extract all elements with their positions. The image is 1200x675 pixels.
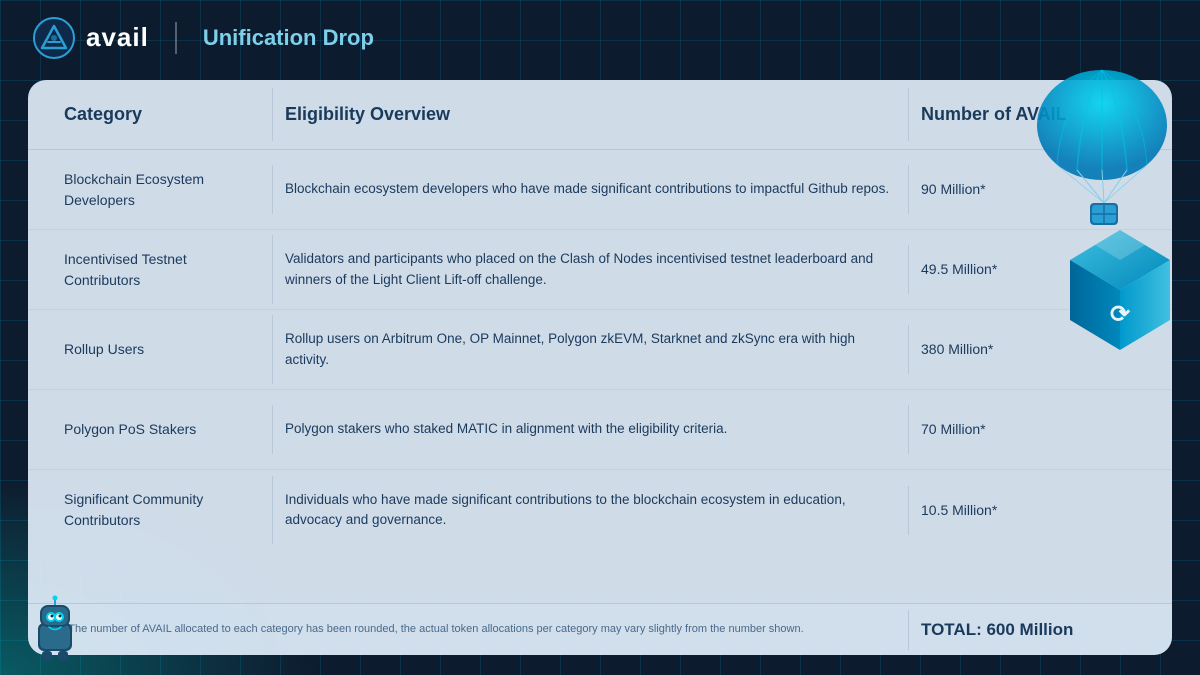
col-header-eligibility: Eligibility Overview (272, 88, 908, 141)
table-row: Rollup Users Rollup users on Arbitrum On… (28, 310, 1172, 390)
table-header: Category Eligibility Overview Number of … (28, 80, 1172, 150)
eligibility-2: Validators and participants who placed o… (272, 235, 908, 304)
amount-3: 380 Million* (908, 325, 1148, 374)
table-wrapper: Category Eligibility Overview Number of … (28, 80, 1172, 655)
category-1: Blockchain Ecosystem Developers (52, 155, 272, 225)
amount-2: 49.5 Million* (908, 245, 1148, 294)
header: avail Unification Drop (0, 0, 1200, 75)
table-row: Polygon PoS Stakers Polygon stakers who … (28, 390, 1172, 470)
logo-text: avail (86, 22, 149, 53)
table-row: Blockchain Ecosystem Developers Blockcha… (28, 150, 1172, 230)
category-4: Polygon PoS Stakers (52, 405, 272, 454)
eligibility-4: Polygon stakers who staked MATIC in alig… (272, 405, 908, 453)
category-2: Incentivised Testnet Contributors (52, 235, 272, 305)
avail-logo-icon (32, 16, 76, 60)
footer-note: *The number of AVAIL allocated to each c… (52, 612, 908, 647)
eligibility-3: Rollup users on Arbitrum One, OP Mainnet… (272, 315, 908, 384)
eligibility-5: Individuals who have made significant co… (272, 476, 908, 545)
category-5: Significant Community Contributors (52, 475, 272, 545)
table-row: Significant Community Contributors Indiv… (28, 470, 1172, 550)
amount-1: 90 Million* (908, 165, 1148, 214)
header-divider (175, 22, 177, 54)
amount-5: 10.5 Million* (908, 486, 1148, 535)
eligibility-1: Blockchain ecosystem developers who have… (272, 165, 908, 213)
logo: avail (32, 16, 149, 60)
category-3: Rollup Users (52, 325, 272, 374)
footer-total: TOTAL: 600 Million (908, 610, 1148, 650)
col-header-amount: Number of AVAIL (908, 88, 1148, 141)
table-row: Incentivised Testnet Contributors Valida… (28, 230, 1172, 310)
table-body: Blockchain Ecosystem Developers Blockcha… (28, 150, 1172, 603)
page-subtitle: Unification Drop (203, 25, 374, 51)
col-header-category: Category (52, 88, 272, 141)
table-footer: *The number of AVAIL allocated to each c… (28, 603, 1172, 655)
main-card: Category Eligibility Overview Number of … (28, 80, 1172, 655)
amount-4: 70 Million* (908, 405, 1148, 454)
